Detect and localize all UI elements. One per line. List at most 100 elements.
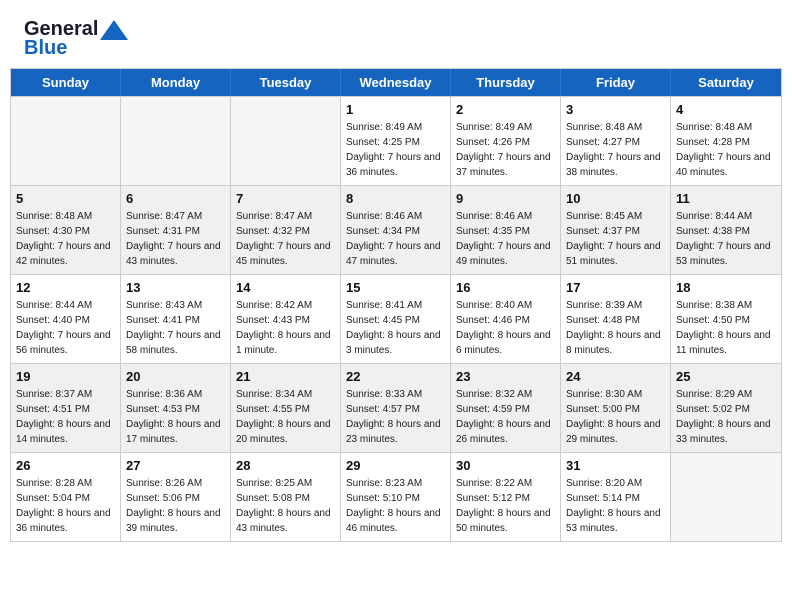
cal-cell: 17Sunrise: 8:39 AMSunset: 4:48 PMDayligh… xyxy=(561,275,671,363)
day-number: 17 xyxy=(566,280,665,295)
cal-cell: 3 Sunrise: 8:48 AMSunset: 4:27 PMDaylight… xyxy=(561,97,671,185)
day-info: Sunrise: 8:46 AMSunset: 4:35 PMDaylight:… xyxy=(456,209,555,269)
week-row-4: 26Sunrise: 8:28 AMSunset: 5:04 PMDayligh… xyxy=(11,452,781,541)
cal-cell: 10 Sunrise: 8:45 AMSunset: 4:37 PMDayligh… xyxy=(561,186,671,274)
day-info: Sunrise: 8:40 AMSunset: 4:46 PMDaylight:… xyxy=(456,298,555,358)
cal-cell: 30 Sunrise: 8:22 AMSunset: 5:12 PMDayligh… xyxy=(451,453,561,541)
calendar-body: 1 Sunrise: 8:49 AMSunset: 4:25 PMDaylight… xyxy=(11,96,781,541)
header-wednesday: Wednesday xyxy=(341,69,451,96)
day-number: 2 xyxy=(456,102,555,117)
day-number: 14 xyxy=(236,280,335,295)
day-info: Sunrise: 8:36 AMSunset: 4:53 PMDaylight:… xyxy=(126,387,225,447)
day-info: Sunrise: 8:44 AMSunset: 4:40 PMDaylight:… xyxy=(16,298,115,358)
cal-cell: 6 Sunrise: 8:47 AMSunset: 4:31 PMDaylight… xyxy=(121,186,231,274)
day-number: 31 xyxy=(566,458,665,473)
day-info: Sunrise: 8:49 AMSunset: 4:25 PMDaylight:… xyxy=(346,120,445,180)
day-info: Sunrise: 8:22 AMSunset: 5:12 PMDaylight:… xyxy=(456,476,555,536)
cal-cell: 13Sunrise: 8:43 AMSunset: 4:41 PMDayligh… xyxy=(121,275,231,363)
day-number: 21 xyxy=(236,369,335,384)
week-row-2: 12 Sunrise: 8:44 AMSunset: 4:40 PMDayligh… xyxy=(11,274,781,363)
cal-cell: 9 Sunrise: 8:46 AMSunset: 4:35 PMDaylight… xyxy=(451,186,561,274)
header-monday: Monday xyxy=(121,69,231,96)
cal-cell: 15 Sunrise: 8:41 AMSunset: 4:45 PMDayligh… xyxy=(341,275,451,363)
day-number: 6 xyxy=(126,191,225,206)
day-info: Sunrise: 8:42 AMSunset: 4:43 PMDaylight:… xyxy=(236,298,335,358)
day-info: Sunrise: 8:20 AMSunset: 5:14 PMDaylight:… xyxy=(566,476,665,536)
day-info: Sunrise: 8:46 AMSunset: 4:34 PMDaylight:… xyxy=(346,209,445,269)
header-friday: Friday xyxy=(561,69,671,96)
day-info: Sunrise: 8:25 AMSunset: 5:08 PMDaylight:… xyxy=(236,476,335,536)
header-saturday: Saturday xyxy=(671,69,781,96)
cal-cell: 5 Sunrise: 8:48 AMSunset: 4:30 PMDaylight… xyxy=(11,186,121,274)
page-header: General Blue xyxy=(0,0,792,68)
day-number: 19 xyxy=(16,369,115,384)
day-number: 23 xyxy=(456,369,555,384)
header-sunday: Sunday xyxy=(11,69,121,96)
day-info: Sunrise: 8:45 AMSunset: 4:37 PMDaylight:… xyxy=(566,209,665,269)
cal-cell: 2 Sunrise: 8:49 AMSunset: 4:26 PMDaylight… xyxy=(451,97,561,185)
cal-cell: 29Sunrise: 8:23 AMSunset: 5:10 PMDayligh… xyxy=(341,453,451,541)
day-number: 25 xyxy=(676,369,776,384)
week-row-0: 1 Sunrise: 8:49 AMSunset: 4:25 PMDaylight… xyxy=(11,96,781,185)
day-number: 18 xyxy=(676,280,776,295)
cal-cell: 27Sunrise: 8:26 AMSunset: 5:06 PMDayligh… xyxy=(121,453,231,541)
day-info: Sunrise: 8:26 AMSunset: 5:06 PMDaylight:… xyxy=(126,476,225,536)
day-number: 30 xyxy=(456,458,555,473)
cal-cell: 1 Sunrise: 8:49 AMSunset: 4:25 PMDaylight… xyxy=(341,97,451,185)
day-info: Sunrise: 8:38 AMSunset: 4:50 PMDaylight:… xyxy=(676,298,776,358)
day-info: Sunrise: 8:37 AMSunset: 4:51 PMDaylight:… xyxy=(16,387,115,447)
day-number: 9 xyxy=(456,191,555,206)
day-info: Sunrise: 8:33 AMSunset: 4:57 PMDaylight:… xyxy=(346,387,445,447)
cal-cell: 14 Sunrise: 8:42 AMSunset: 4:43 PMDayligh… xyxy=(231,275,341,363)
day-info: Sunrise: 8:47 AMSunset: 4:31 PMDaylight:… xyxy=(126,209,225,269)
day-number: 12 xyxy=(16,280,115,295)
day-number: 10 xyxy=(566,191,665,206)
logo-blue: Blue xyxy=(24,37,67,60)
day-info: Sunrise: 8:48 AMSunset: 4:27 PMDaylight:… xyxy=(566,120,665,180)
cal-cell: 4 Sunrise: 8:48 AMSunset: 4:28 PMDaylight… xyxy=(671,97,781,185)
day-info: Sunrise: 8:49 AMSunset: 4:26 PMDaylight:… xyxy=(456,120,555,180)
cal-cell xyxy=(671,453,781,541)
header-thursday: Thursday xyxy=(451,69,561,96)
cal-cell: 31 Sunrise: 8:20 AMSunset: 5:14 PMDayligh… xyxy=(561,453,671,541)
cal-cell: 22 Sunrise: 8:33 AMSunset: 4:57 PMDayligh… xyxy=(341,364,451,452)
cal-cell: 28Sunrise: 8:25 AMSunset: 5:08 PMDayligh… xyxy=(231,453,341,541)
calendar: SundayMondayTuesdayWednesdayThursdayFrid… xyxy=(10,68,782,542)
day-info: Sunrise: 8:48 AMSunset: 4:30 PMDaylight:… xyxy=(16,209,115,269)
cal-cell: 7Sunrise: 8:47 AMSunset: 4:32 PMDaylight… xyxy=(231,186,341,274)
day-number: 11 xyxy=(676,191,776,206)
cal-cell xyxy=(11,97,121,185)
cal-cell: 19 Sunrise: 8:37 AMSunset: 4:51 PMDayligh… xyxy=(11,364,121,452)
day-number: 3 xyxy=(566,102,665,117)
day-number: 1 xyxy=(346,102,445,117)
day-info: Sunrise: 8:48 AMSunset: 4:28 PMDaylight:… xyxy=(676,120,776,180)
cal-cell: 21Sunrise: 8:34 AMSunset: 4:55 PMDayligh… xyxy=(231,364,341,452)
cal-cell: 18 Sunrise: 8:38 AMSunset: 4:50 PMDayligh… xyxy=(671,275,781,363)
logo: General Blue xyxy=(24,18,128,60)
calendar-header: SundayMondayTuesdayWednesdayThursdayFrid… xyxy=(11,69,781,96)
day-number: 4 xyxy=(676,102,776,117)
day-number: 15 xyxy=(346,280,445,295)
cal-cell: 24 Sunrise: 8:30 AMSunset: 5:00 PMDayligh… xyxy=(561,364,671,452)
day-number: 20 xyxy=(126,369,225,384)
day-number: 24 xyxy=(566,369,665,384)
week-row-1: 5 Sunrise: 8:48 AMSunset: 4:30 PMDaylight… xyxy=(11,185,781,274)
day-info: Sunrise: 8:29 AMSunset: 5:02 PMDaylight:… xyxy=(676,387,776,447)
day-info: Sunrise: 8:30 AMSunset: 5:00 PMDaylight:… xyxy=(566,387,665,447)
day-number: 16 xyxy=(456,280,555,295)
day-number: 5 xyxy=(16,191,115,206)
cal-cell: 16 Sunrise: 8:40 AMSunset: 4:46 PMDayligh… xyxy=(451,275,561,363)
day-info: Sunrise: 8:43 AMSunset: 4:41 PMDaylight:… xyxy=(126,298,225,358)
day-number: 22 xyxy=(346,369,445,384)
header-tuesday: Tuesday xyxy=(231,69,341,96)
cal-cell: 25 Sunrise: 8:29 AMSunset: 5:02 PMDayligh… xyxy=(671,364,781,452)
day-info: Sunrise: 8:41 AMSunset: 4:45 PMDaylight:… xyxy=(346,298,445,358)
day-number: 7 xyxy=(236,191,335,206)
day-number: 29 xyxy=(346,458,445,473)
logo-icon xyxy=(100,20,128,40)
day-number: 8 xyxy=(346,191,445,206)
cal-cell xyxy=(231,97,341,185)
day-info: Sunrise: 8:32 AMSunset: 4:59 PMDaylight:… xyxy=(456,387,555,447)
cal-cell: 26Sunrise: 8:28 AMSunset: 5:04 PMDayligh… xyxy=(11,453,121,541)
cal-cell: 12 Sunrise: 8:44 AMSunset: 4:40 PMDayligh… xyxy=(11,275,121,363)
